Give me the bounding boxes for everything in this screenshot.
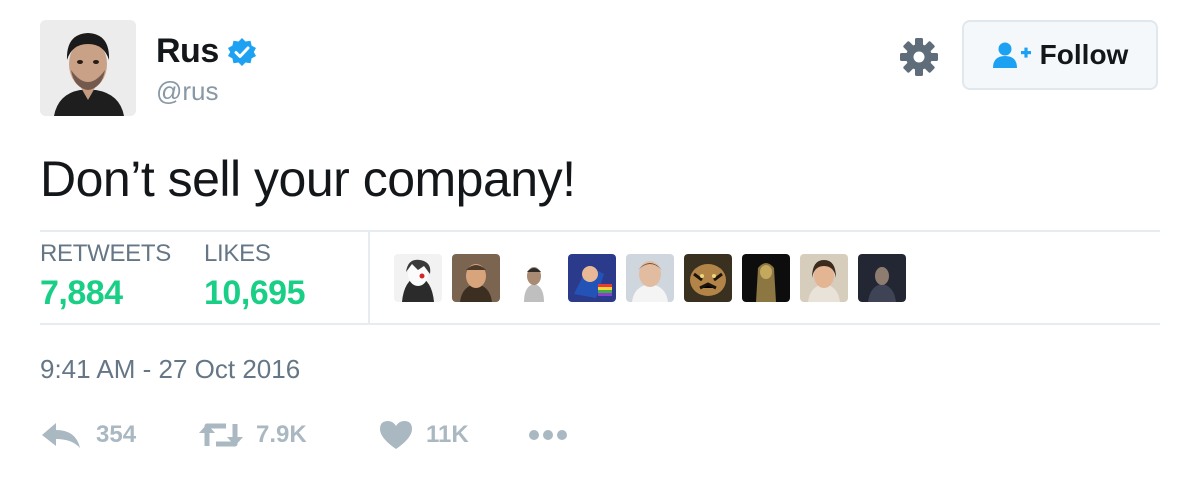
tweet-timestamp[interactable]: 9:41 AM - 27 Oct 2016 bbox=[40, 354, 300, 385]
author-handle[interactable]: @rus bbox=[156, 76, 219, 107]
follow-button[interactable]: Follow bbox=[962, 20, 1158, 90]
liker-avatar[interactable] bbox=[510, 254, 558, 302]
like-count: 11K bbox=[426, 421, 469, 448]
retweet-icon bbox=[199, 423, 243, 447]
liker-avatar[interactable] bbox=[394, 254, 442, 302]
liker-avatar[interactable] bbox=[858, 254, 906, 302]
more-icon bbox=[529, 430, 567, 440]
likes-value: 10,695 bbox=[204, 274, 306, 312]
tweet-text: Don’t sell your company! bbox=[40, 151, 576, 207]
add-user-icon bbox=[992, 42, 1031, 68]
follow-button-label: Follow bbox=[1039, 39, 1129, 70]
gear-icon[interactable] bbox=[898, 36, 940, 78]
author-avatar[interactable] bbox=[40, 20, 136, 116]
likes-stat[interactable]: LIKES 10,695 bbox=[204, 240, 306, 313]
retweet-button[interactable]: 7.9K bbox=[198, 420, 378, 450]
author-name-row[interactable]: Rus bbox=[156, 32, 257, 71]
like-button[interactable]: 11K bbox=[378, 420, 528, 450]
tweet-actions: 354 7.9K 11K bbox=[40, 412, 568, 458]
liker-avatar[interactable] bbox=[742, 254, 790, 302]
reply-count: 354 bbox=[96, 421, 137, 448]
divider-bottom bbox=[40, 323, 1160, 325]
retweets-value: 7,884 bbox=[40, 274, 123, 312]
divider-top bbox=[40, 230, 1160, 232]
liker-avatar[interactable] bbox=[626, 254, 674, 302]
heart-icon bbox=[380, 421, 412, 449]
liker-avatar[interactable] bbox=[800, 254, 848, 302]
retweets-stat[interactable]: RETWEETS 7,884 bbox=[40, 240, 171, 313]
retweets-label: RETWEETS bbox=[40, 240, 171, 267]
stats-divider bbox=[368, 232, 370, 324]
reply-icon bbox=[42, 423, 80, 448]
likes-label: LIKES bbox=[204, 240, 271, 267]
liker-avatar[interactable] bbox=[684, 254, 732, 302]
liker-avatar[interactable] bbox=[568, 254, 616, 302]
more-button[interactable] bbox=[528, 428, 568, 442]
verified-badge-icon bbox=[227, 37, 256, 66]
liker-avatar[interactable] bbox=[452, 254, 500, 302]
reply-button[interactable]: 354 bbox=[40, 420, 198, 450]
liker-avatars bbox=[394, 254, 906, 302]
retweet-count: 7.9K bbox=[256, 421, 307, 448]
author-name[interactable]: Rus bbox=[156, 32, 219, 71]
